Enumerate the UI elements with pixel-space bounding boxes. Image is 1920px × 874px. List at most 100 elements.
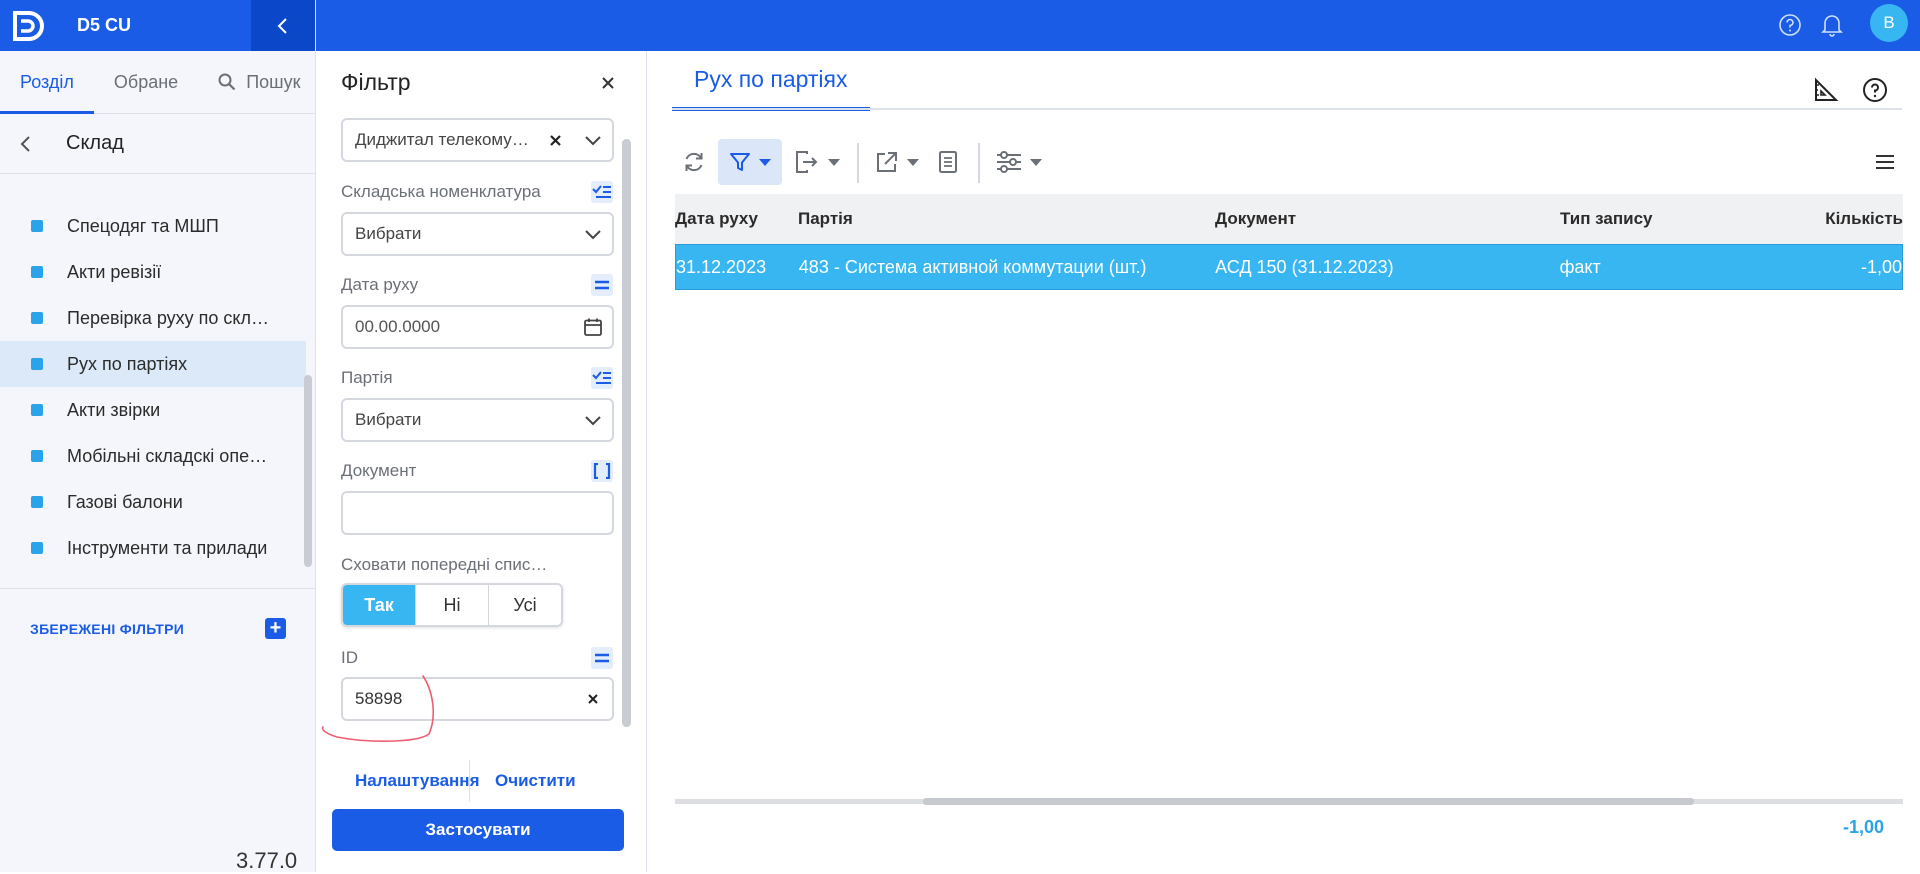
clear-link[interactable]: Очистити xyxy=(495,771,576,791)
refresh-button[interactable] xyxy=(672,139,716,185)
table-row-selected[interactable]: 31.12.2023 483 - Система активной коммут… xyxy=(675,244,1903,290)
bullet-icon xyxy=(31,312,43,324)
divider xyxy=(0,588,316,589)
caret-down-icon xyxy=(828,158,840,166)
bullet-icon xyxy=(31,450,43,462)
sidebar-item-label: Мобільні складскі операції xyxy=(67,445,272,466)
app-name: D5 CU xyxy=(77,15,132,35)
sidebar-item[interactable]: Мобільні складскі операції xyxy=(0,433,306,479)
horizontal-scrollbar[interactable] xyxy=(675,798,1903,805)
sidebar-item[interactable]: Газові балони xyxy=(0,479,306,525)
data-grid: Дата руху Партія Документ Тип запису Кіл… xyxy=(675,194,1903,290)
apply-button[interactable]: Застосувати xyxy=(332,809,624,851)
help-circle-icon xyxy=(1863,78,1887,102)
measure-button[interactable] xyxy=(1811,75,1841,105)
sidebar-item[interactable]: Інструменти та прилади xyxy=(0,525,306,571)
tab-search-label: Пошук xyxy=(246,71,301,92)
bullet-icon xyxy=(31,542,43,554)
column-header-label: Кількість xyxy=(1825,209,1903,228)
grid-header: Дата руху Партія Документ Тип запису Кіл… xyxy=(675,194,1903,244)
section-menu: Спецодяг та МШП Акти ревізії Перевірка р… xyxy=(0,203,306,571)
hamburger-menu-icon xyxy=(1876,155,1894,169)
external-link-icon xyxy=(877,152,897,172)
sidebar-header: D5 CU xyxy=(0,0,315,51)
toolbar xyxy=(672,139,1902,187)
document-icon xyxy=(939,151,957,173)
sidebar-item-label: Акти звірки xyxy=(67,399,161,420)
app-version: 3.77.0 xyxy=(236,848,298,873)
sidebar-item-label: Рух по партіях xyxy=(67,353,188,374)
bell-icon xyxy=(1821,15,1843,37)
collapse-sidebar-button[interactable] xyxy=(251,0,315,51)
add-saved-filter-button[interactable]: + xyxy=(265,617,286,639)
column-header-label: Тип запису xyxy=(1560,209,1653,228)
notifications-button[interactable] xyxy=(1814,7,1850,43)
sidebar-item-label: Газові балони xyxy=(67,491,183,512)
sidebar-item[interactable]: Перевірка руху по складах xyxy=(0,295,306,341)
sidebar: D5 CU Розділ Обране Пошук Склад Спецодяг… xyxy=(0,0,316,873)
bullet-icon xyxy=(31,404,43,416)
sidebar-item[interactable]: Спецодяг та МШП xyxy=(0,203,306,249)
settings-link[interactable]: Налаштування xyxy=(355,771,480,791)
sidebar-item[interactable]: Акти звірки xyxy=(0,387,306,433)
tab-favorites-label: Обране xyxy=(113,71,179,92)
column-header[interactable]: Дата руху xyxy=(675,209,798,229)
caret-down-icon xyxy=(759,158,771,166)
app-logo-icon[interactable] xyxy=(13,10,47,42)
sidebar-item[interactable]: Акти ревізії xyxy=(0,249,306,295)
report-button[interactable] xyxy=(928,139,968,185)
help-button[interactable] xyxy=(1772,7,1808,43)
tab-underline xyxy=(672,108,1902,110)
column-header[interactable]: Кількість xyxy=(1790,209,1903,229)
scrollbar-thumb[interactable] xyxy=(923,798,1694,805)
sidebar-item-active[interactable]: Рух по партіях xyxy=(0,341,306,387)
chevron-left-icon xyxy=(20,135,30,152)
tab-search[interactable]: Пошук xyxy=(198,51,320,114)
filter-footer: Налаштування Очистити xyxy=(317,755,647,805)
tab-section[interactable]: Розділ xyxy=(0,51,94,114)
cell-document: АСД 150 (31.12.2023) xyxy=(1215,256,1394,277)
plus-icon: + xyxy=(269,617,282,639)
toolbar-separator xyxy=(978,143,980,183)
filter-icon xyxy=(730,153,750,171)
menu-button[interactable] xyxy=(1867,139,1903,185)
column-header-label: Дата руху xyxy=(675,209,759,228)
tab-batch-movement[interactable]: Рух по партіях xyxy=(672,51,870,111)
main-content: Рух по партіях Дата руху Партія Документ… xyxy=(648,51,1920,872)
help-button[interactable] xyxy=(1860,75,1890,105)
open-external-button[interactable] xyxy=(868,139,926,185)
toolbar-separator xyxy=(857,143,859,183)
user-avatar[interactable]: В xyxy=(1870,4,1908,42)
chevron-left-icon xyxy=(277,17,287,34)
saved-filters-title: ЗБЕРЕЖЕНІ ФІЛЬТРИ xyxy=(30,620,185,637)
sidebar-item-label: Інструменти та прилади xyxy=(67,537,268,558)
tab-favorites[interactable]: Обране xyxy=(94,51,198,114)
section-header: Склад xyxy=(0,114,315,174)
cell-date-value: 31.12.2023 xyxy=(676,256,767,277)
divider xyxy=(469,760,470,802)
search-icon xyxy=(218,73,236,91)
column-header[interactable]: Тип запису xyxy=(1560,209,1790,229)
filter-button[interactable] xyxy=(718,139,782,185)
cell-batch: 483 - Система активной коммутации (шт.) xyxy=(798,256,1147,277)
column-header[interactable]: Документ xyxy=(1215,209,1560,229)
sliders-icon xyxy=(997,151,1021,173)
bullet-icon xyxy=(31,220,43,232)
export-icon xyxy=(796,151,818,173)
bullet-icon xyxy=(31,358,43,370)
top-bar: В xyxy=(316,0,1920,51)
cell-date: 31.12.2023 xyxy=(676,257,799,278)
sidebar-item-label: Спецодяг та МШП xyxy=(67,215,219,236)
sidebar-scrollbar[interactable] xyxy=(304,375,312,567)
settings-button[interactable] xyxy=(990,139,1048,185)
caret-down-icon xyxy=(1030,158,1042,166)
section-title: Склад xyxy=(66,132,124,154)
cell-qty: -1,00 xyxy=(1860,256,1902,277)
sidebar-tabs: Розділ Обране Пошук xyxy=(0,51,315,114)
column-header-label: Партія xyxy=(798,209,853,228)
total-quantity: -1,00 xyxy=(1842,817,1884,837)
column-header[interactable]: Партія xyxy=(798,209,1215,229)
export-button[interactable] xyxy=(788,139,846,185)
back-button[interactable] xyxy=(20,114,54,174)
sidebar-item-label: Акти ревізії xyxy=(67,261,162,282)
